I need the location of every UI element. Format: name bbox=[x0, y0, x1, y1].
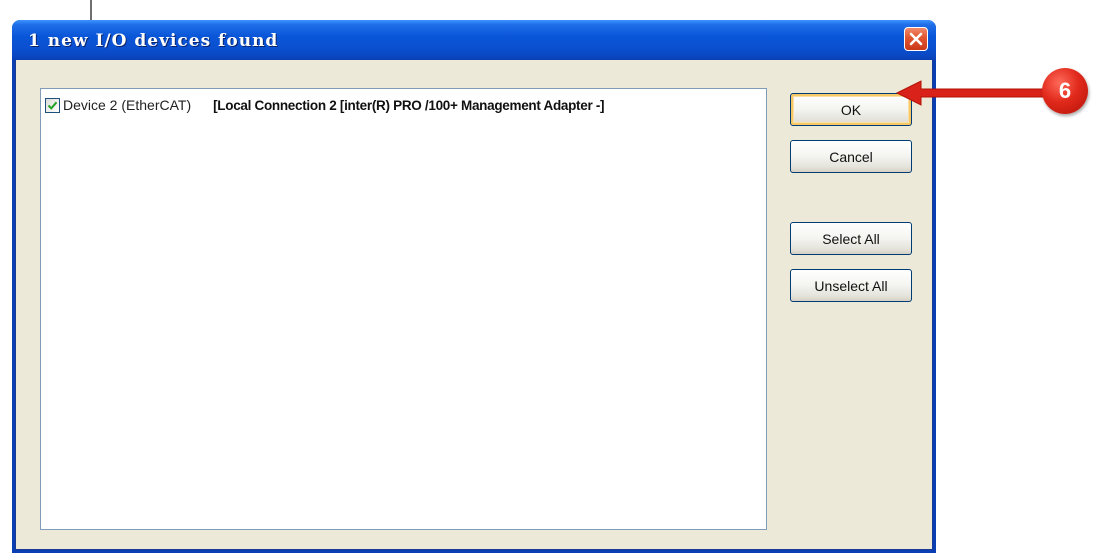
new-devices-dialog: 1 new I/O devices found Device 2 (EtherC… bbox=[12, 20, 936, 553]
screenshot-page: 1 new I/O devices found Device 2 (EtherC… bbox=[0, 0, 1105, 553]
list-item[interactable]: Device 2 (EtherCAT) [Local Connection 2 … bbox=[45, 95, 605, 115]
device-list[interactable]: Device 2 (EtherCAT) [Local Connection 2 … bbox=[40, 88, 767, 530]
background-divider bbox=[90, 0, 92, 20]
dialog-title: 1 new I/O devices found bbox=[28, 31, 279, 51]
unselect-all-button[interactable]: Unselect All bbox=[790, 269, 912, 302]
device-name: Device 2 (EtherCAT) bbox=[63, 97, 192, 113]
checkmark-icon bbox=[47, 96, 58, 115]
close-button[interactable] bbox=[904, 27, 928, 51]
close-icon bbox=[909, 32, 923, 46]
select-all-button[interactable]: Select All bbox=[790, 222, 912, 255]
cancel-button[interactable]: Cancel bbox=[790, 140, 912, 173]
device-connection-detail: [Local Connection 2 [inter(R) PRO /100+ … bbox=[213, 97, 605, 113]
step-number-badge: 6 bbox=[1042, 68, 1088, 114]
ok-button[interactable]: OK bbox=[790, 93, 912, 126]
title-bar[interactable]: 1 new I/O devices found bbox=[12, 20, 936, 60]
device-checkbox[interactable] bbox=[45, 96, 60, 115]
annotation-arrow-icon bbox=[895, 80, 1044, 106]
step-number: 6 bbox=[1058, 78, 1072, 103]
